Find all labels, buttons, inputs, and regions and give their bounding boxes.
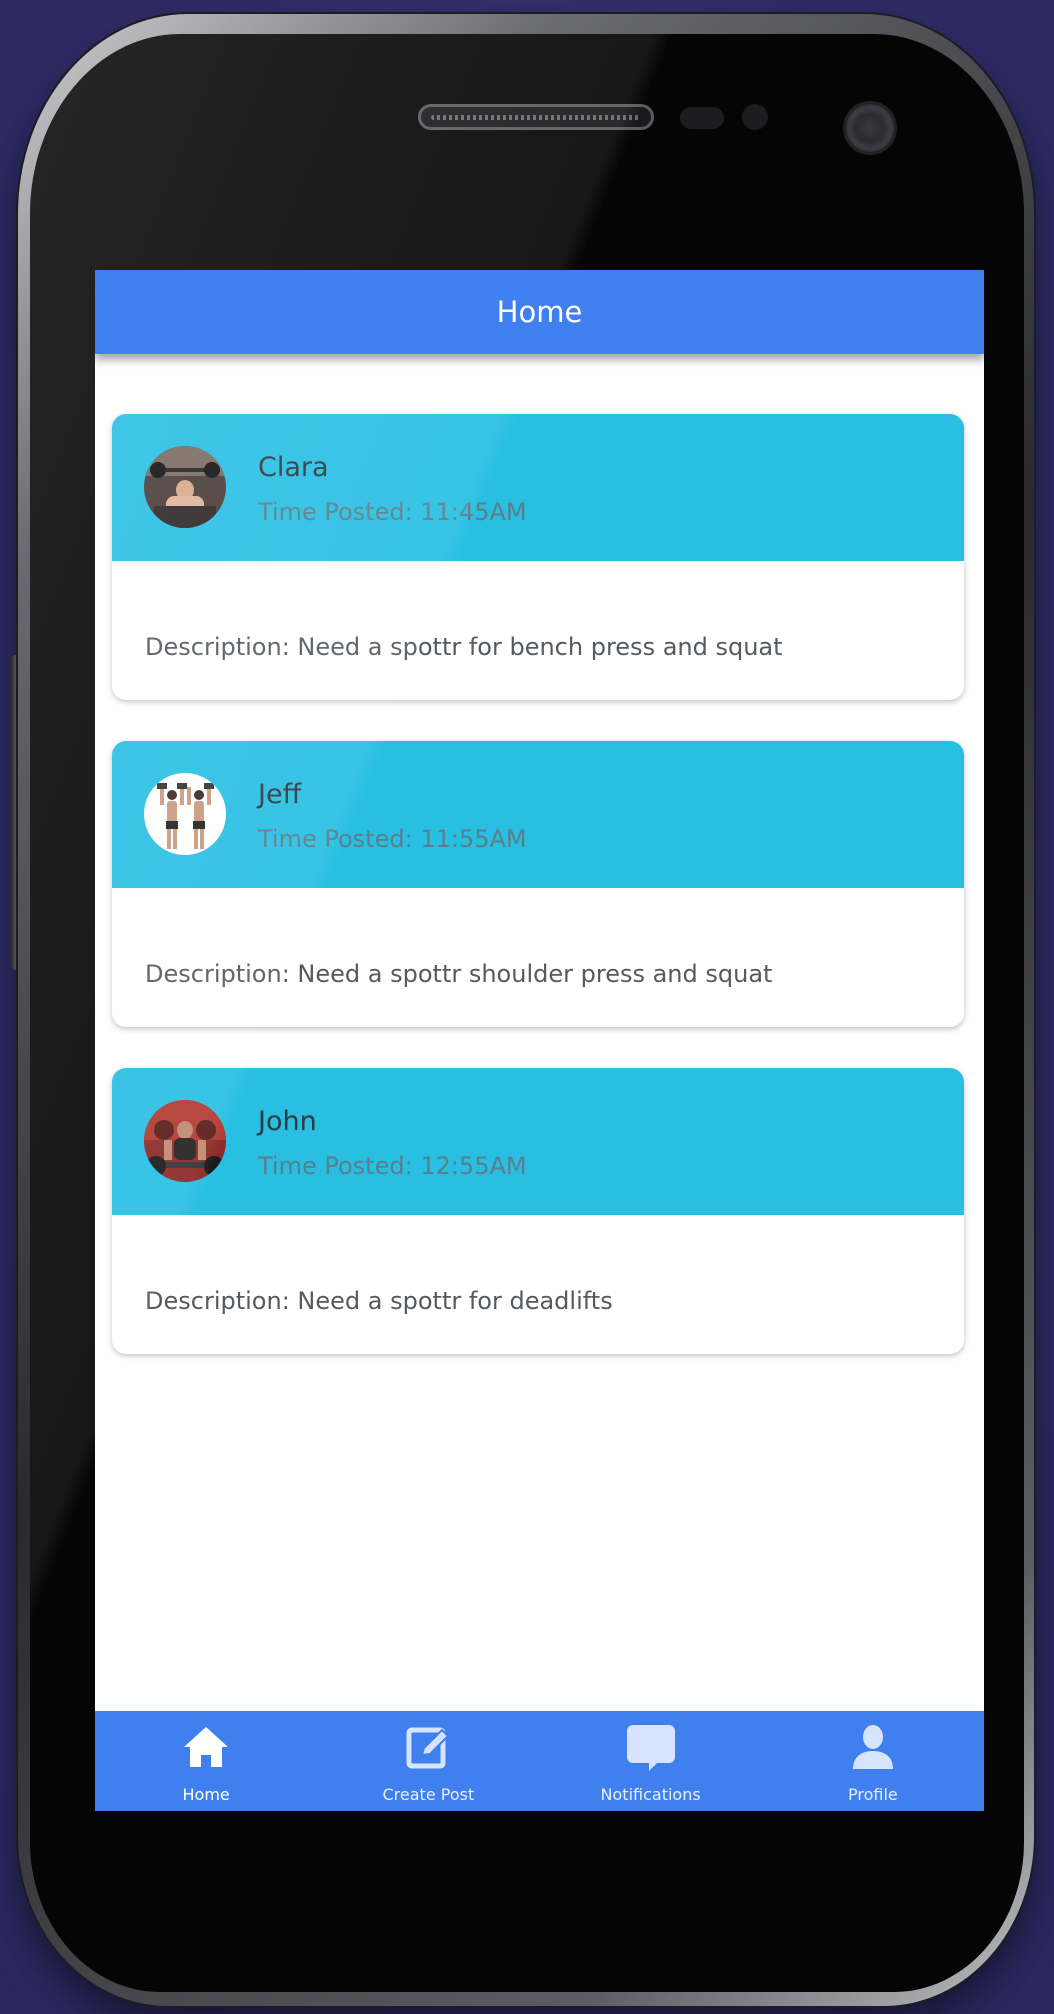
time-posted-value: 11:55AM (420, 825, 527, 853)
post-card[interactable]: John Time Posted: 12:55AM Description: N… (112, 1068, 964, 1354)
time-posted-value: 11:45AM (420, 498, 527, 526)
description-label: Description: (145, 633, 290, 661)
page-title: Home (496, 295, 583, 329)
nav-label-home: Home (182, 1785, 230, 1804)
time-posted-value: 12:55AM (420, 1152, 527, 1180)
nav-label-notifications: Notifications (600, 1785, 701, 1804)
nav-label-create-post: Create Post (382, 1785, 475, 1804)
home-icon (184, 1727, 229, 1767)
description-text: Need a spottr shoulder press and squat (297, 960, 773, 988)
post-description: Description: Need a spottr for deadlifts (145, 1287, 613, 1315)
time-posted: Time Posted: 11:45AM (258, 498, 527, 526)
avatar[interactable] (144, 1100, 226, 1182)
time-posted: Time Posted: 12:55AM (258, 1152, 527, 1180)
time-posted-label: Time Posted: (258, 825, 413, 853)
description-label: Description: (145, 1287, 290, 1315)
app-header: Home (95, 270, 984, 354)
post-description: Description: Need a spottr for bench pre… (145, 633, 783, 661)
nav-item-create-post[interactable]: Create Post (317, 1711, 539, 1811)
phone-speaker (418, 104, 654, 130)
app-screen: Home Clara Time Posted: 11:45AM Descript… (95, 270, 984, 1811)
time-posted-label: Time Posted: (258, 498, 413, 526)
poster-name: John (258, 1106, 317, 1137)
nav-item-home[interactable]: Home (95, 1711, 317, 1811)
post-card-header: John Time Posted: 12:55AM (112, 1068, 964, 1215)
bottom-nav: Home Create Post Notifications Profile (95, 1711, 984, 1811)
nav-item-profile[interactable]: Profile (762, 1711, 984, 1811)
phone-sensor (680, 107, 724, 129)
post-description: Description: Need a spottr shoulder pres… (145, 960, 772, 988)
post-feed: Clara Time Posted: 11:45AM Description: … (112, 414, 964, 1395)
avatar[interactable] (144, 446, 226, 528)
chat-bubble-icon (626, 1725, 675, 1771)
post-card[interactable]: Jeff Time Posted: 11:55AM Description: N… (112, 741, 964, 1027)
time-posted: Time Posted: 11:55AM (258, 825, 527, 853)
description-label: Description: (145, 960, 290, 988)
phone-camera (846, 104, 894, 152)
nav-label-profile: Profile (848, 1785, 898, 1804)
poster-name: Jeff (258, 779, 302, 810)
post-card[interactable]: Clara Time Posted: 11:45AM Description: … (112, 414, 964, 700)
time-posted-label: Time Posted: (258, 1152, 413, 1180)
post-card-header: Clara Time Posted: 11:45AM (112, 414, 964, 561)
description-text: Need a spottr for deadlifts (297, 1287, 613, 1315)
phone-sensor-dot (742, 104, 768, 130)
edit-icon (406, 1727, 450, 1769)
poster-name: Clara (258, 452, 329, 483)
person-icon (852, 1725, 893, 1769)
post-card-header: Jeff Time Posted: 11:55AM (112, 741, 964, 888)
avatar[interactable] (144, 773, 226, 855)
nav-item-notifications[interactable]: Notifications (540, 1711, 762, 1811)
description-text: Need a spottr for bench press and squat (297, 633, 783, 661)
